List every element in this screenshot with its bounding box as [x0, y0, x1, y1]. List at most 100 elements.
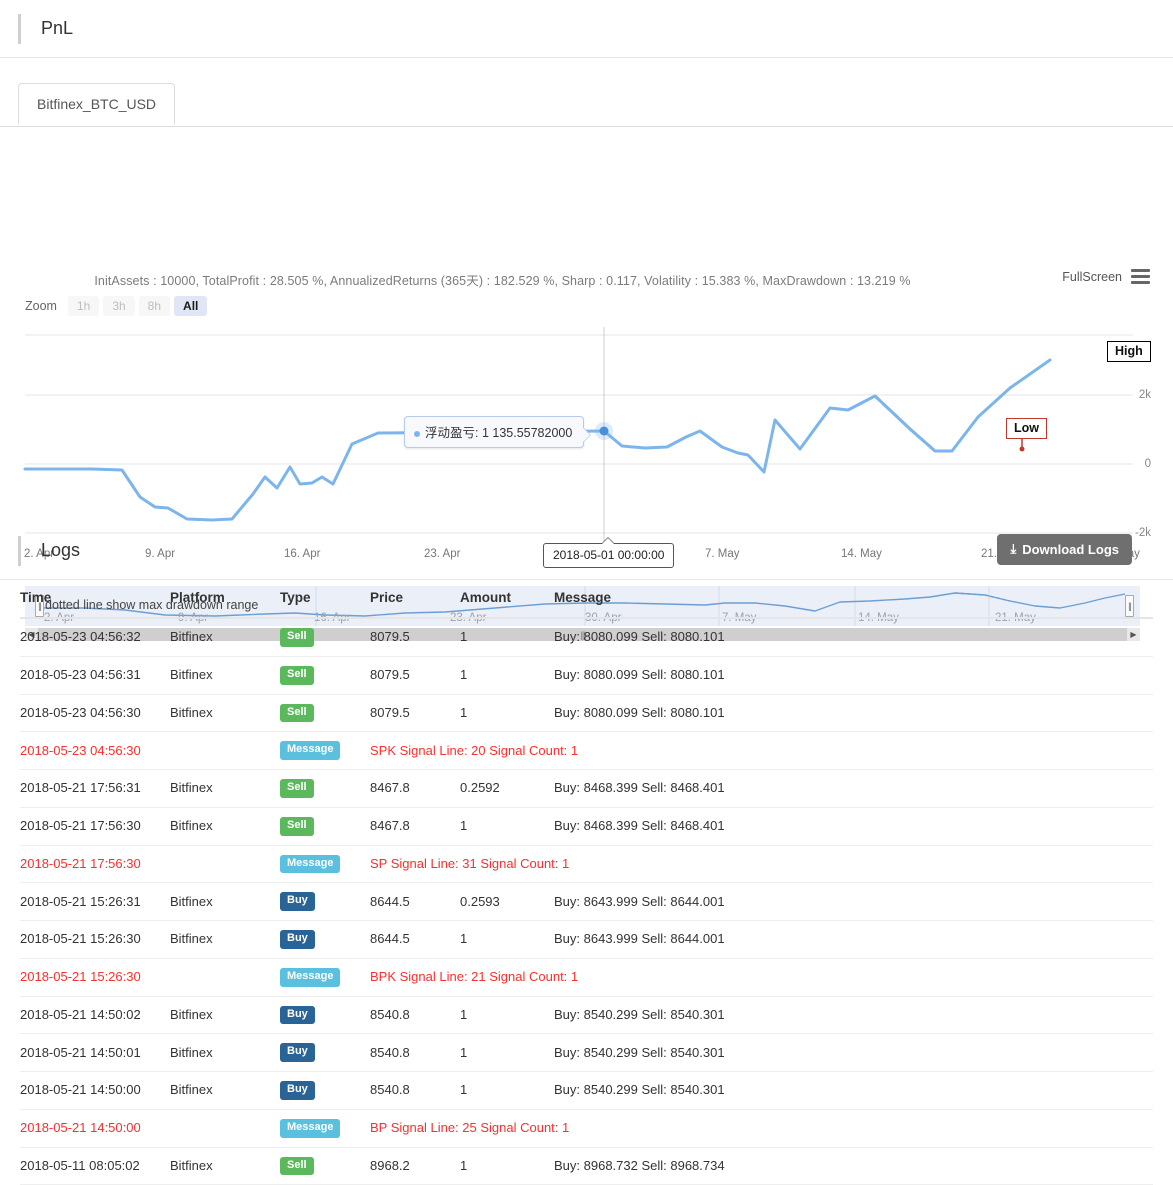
- zoom-button-8h[interactable]: 8h: [139, 296, 170, 316]
- cell-message: BP Signal Line: 25 Signal Count: 1: [370, 1109, 1153, 1147]
- cell-type: Sell: [280, 1147, 370, 1185]
- cell-type: Buy: [280, 1034, 370, 1072]
- fullscreen-button[interactable]: FullScreen: [1062, 270, 1122, 284]
- chart-stats-text: InitAssets : 10000, TotalProfit : 28.505…: [94, 270, 1078, 289]
- status-badge-message: Message: [280, 968, 340, 987]
- cell-message: Buy: 8080.099 Sell: 8080.101: [554, 656, 1153, 694]
- cell-platform: [170, 732, 280, 770]
- status-badge-buy: Buy: [280, 1006, 315, 1025]
- zoom-button-3h[interactable]: 3h: [103, 296, 134, 316]
- cell-price: 8644.5: [370, 921, 460, 959]
- cell-platform: [170, 1109, 280, 1147]
- cell-time: 2018-05-11 08:05:02: [20, 1147, 170, 1185]
- table-row[interactable]: 2018-05-11 08:05:02BitfinexSell8968.21Bu…: [20, 1147, 1153, 1185]
- cell-platform: Bitfinex: [170, 1034, 280, 1072]
- series-tooltip: 浮动盈亏: 1 135.55782000: [404, 416, 584, 448]
- cell-message: Buy: 8540.299 Sell: 8540.301: [554, 996, 1153, 1034]
- tab-bitfinex-btc-usd[interactable]: Bitfinex_BTC_USD: [18, 83, 175, 125]
- cell-time: 2018-05-21 15:26:31: [20, 883, 170, 921]
- cell-platform: Bitfinex: [170, 656, 280, 694]
- pnl-panel-header: PnL: [0, 0, 1173, 58]
- table-row[interactable]: 2018-05-21 17:56:30MessageSP Signal Line…: [20, 845, 1153, 883]
- cell-message: Buy: 8468.399 Sell: 8468.401: [554, 807, 1153, 845]
- table-row[interactable]: 2018-05-21 15:26:30MessageBPK Signal Lin…: [20, 958, 1153, 996]
- table-row[interactable]: 2018-05-21 15:26:31BitfinexBuy8644.50.25…: [20, 883, 1153, 921]
- cell-amount: 1: [460, 921, 554, 959]
- cell-platform: Bitfinex: [170, 921, 280, 959]
- logs-accent-bar: [18, 536, 21, 566]
- navigator-note: dotted line show max drawdown range: [45, 598, 258, 612]
- cell-type: Message: [280, 1109, 370, 1147]
- table-row[interactable]: 2018-05-21 14:50:01BitfinexBuy8540.81Buy…: [20, 1034, 1153, 1072]
- cell-amount: 1: [460, 1147, 554, 1185]
- cell-amount: 1: [460, 1072, 554, 1110]
- cell-time: 2018-05-23 04:56:31: [20, 656, 170, 694]
- y-axis-tick-2k: 2k: [1139, 389, 1151, 401]
- status-badge-buy: Buy: [280, 892, 315, 911]
- cell-price: 8079.5: [370, 618, 460, 656]
- cell-time: 2018-05-23 04:56:30: [20, 694, 170, 732]
- chart-controls: FullScreen: [1062, 269, 1150, 284]
- cell-message: Buy: 8080.099 Sell: 8080.101: [554, 694, 1153, 732]
- column-header-type: Type: [280, 580, 370, 618]
- hamburger-menu-icon[interactable]: [1131, 269, 1150, 284]
- table-row[interactable]: 2018-05-21 17:56:31BitfinexSell8467.80.2…: [20, 770, 1153, 808]
- table-row[interactable]: 2018-05-21 15:26:30BitfinexBuy8644.51Buy…: [20, 921, 1153, 959]
- page-title: PnL: [41, 18, 73, 39]
- cell-amount: 0.2592: [460, 770, 554, 808]
- cell-amount: 1: [460, 807, 554, 845]
- download-logs-button[interactable]: ⤓ Download Logs: [997, 534, 1132, 565]
- status-badge-message: Message: [280, 1119, 340, 1138]
- cell-price: 8540.8: [370, 996, 460, 1034]
- tooltip-text: 浮动盈亏: 1 135.55782000: [425, 426, 572, 440]
- table-row[interactable]: 2018-05-21 14:50:02BitfinexBuy8540.81Buy…: [20, 996, 1153, 1034]
- cell-message: Buy: 8643.999 Sell: 8644.001: [554, 883, 1153, 921]
- status-badge-sell: Sell: [280, 817, 314, 836]
- table-row[interactable]: 2018-05-21 14:50:00MessageBP Signal Line…: [20, 1109, 1153, 1147]
- cell-time: 2018-05-21 17:56:31: [20, 770, 170, 808]
- cell-message: Buy: 8540.299 Sell: 8540.301: [554, 1072, 1153, 1110]
- cell-type: Buy: [280, 996, 370, 1034]
- cell-message: SP Signal Line: 31 Signal Count: 1: [370, 845, 1153, 883]
- cell-time: 2018-05-21 14:50:02: [20, 996, 170, 1034]
- cell-price: 8968.2: [370, 1147, 460, 1185]
- cell-amount: 1: [460, 694, 554, 732]
- cell-time: 2018-05-21 17:56:30: [20, 807, 170, 845]
- cell-type: Message: [280, 845, 370, 883]
- cell-platform: Bitfinex: [170, 694, 280, 732]
- status-badge-buy: Buy: [280, 1043, 315, 1062]
- column-header-message: Message: [554, 580, 1153, 618]
- status-badge-sell: Sell: [280, 779, 314, 798]
- cell-platform: Bitfinex: [170, 996, 280, 1034]
- cell-type: Message: [280, 732, 370, 770]
- table-row[interactable]: 2018-05-23 04:56:31BitfinexSell8079.51Bu…: [20, 656, 1153, 694]
- table-row[interactable]: 2018-05-21 14:50:00BitfinexBuy8540.81Buy…: [20, 1072, 1153, 1110]
- cell-type: Sell: [280, 694, 370, 732]
- cell-price: 8467.8: [370, 807, 460, 845]
- cell-type: Buy: [280, 883, 370, 921]
- cell-message: Buy: 8968.732 Sell: 8968.734: [554, 1147, 1153, 1185]
- cell-price: 8540.8: [370, 1072, 460, 1110]
- cell-time: 2018-05-21 14:50:00: [20, 1072, 170, 1110]
- cell-price: 8079.5: [370, 694, 460, 732]
- cell-type: Sell: [280, 770, 370, 808]
- zoom-button-1h[interactable]: 1h: [68, 296, 99, 316]
- cell-amount: 1: [460, 618, 554, 656]
- logs-table-body: 2018-05-23 04:56:32BitfinexSell8079.51Bu…: [20, 618, 1153, 1185]
- logs-panel: Logs ⤓ Download Logs Time Platform Type …: [0, 522, 1173, 1185]
- cell-amount: 1: [460, 1034, 554, 1072]
- table-row[interactable]: 2018-05-23 04:56:30BitfinexSell8079.51Bu…: [20, 694, 1153, 732]
- cell-message: Buy: 8540.299 Sell: 8540.301: [554, 1034, 1153, 1072]
- cell-message: Buy: 8643.999 Sell: 8644.001: [554, 921, 1153, 959]
- status-badge-message: Message: [280, 741, 340, 760]
- status-badge-sell: Sell: [280, 628, 314, 647]
- table-row[interactable]: 2018-05-23 04:56:32BitfinexSell8079.51Bu…: [20, 618, 1153, 656]
- table-row[interactable]: 2018-05-23 04:56:30MessageSPK Signal Lin…: [20, 732, 1153, 770]
- zoom-button-all[interactable]: All: [174, 296, 207, 316]
- logs-panel-header: Logs ⤓ Download Logs: [0, 522, 1173, 580]
- cell-time: 2018-05-21 15:26:30: [20, 958, 170, 996]
- table-row[interactable]: 2018-05-21 17:56:30BitfinexSell8467.81Bu…: [20, 807, 1153, 845]
- cell-type: Sell: [280, 807, 370, 845]
- cell-type: Buy: [280, 1072, 370, 1110]
- status-badge-sell: Sell: [280, 1157, 314, 1176]
